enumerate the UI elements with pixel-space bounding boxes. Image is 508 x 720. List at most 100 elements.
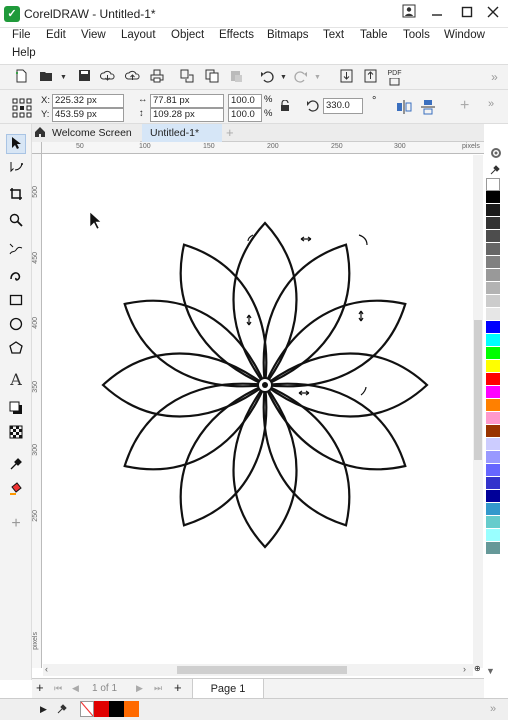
object-origin-icon[interactable] (12, 98, 32, 121)
page-tab-1[interactable]: Page 1 (192, 679, 264, 699)
menu-tools[interactable]: Tools (403, 29, 430, 41)
tab-welcome-screen[interactable]: Welcome Screen (32, 124, 140, 142)
palette-eyedropper-icon[interactable] (489, 164, 501, 176)
mirror-vertical-icon[interactable] (420, 99, 436, 118)
palette-swatch[interactable] (486, 178, 500, 191)
add-tool-icon[interactable]: + (6, 514, 26, 534)
menu-table[interactable]: Table (360, 29, 388, 41)
flower-petal[interactable] (263, 352, 429, 418)
palette-swatch[interactable] (486, 412, 500, 425)
menu-layout[interactable]: Layout (121, 29, 156, 41)
interactive-fill-tool-icon[interactable] (6, 480, 26, 500)
propbar-overflow-icon[interactable]: » (488, 98, 494, 110)
add-preset-icon[interactable]: + (460, 97, 469, 115)
toolbar-overflow-icon[interactable]: » (486, 69, 503, 86)
ruler-corner[interactable] (32, 142, 42, 154)
palette-swatch[interactable] (486, 490, 500, 503)
doc-swatch-orange[interactable] (124, 701, 139, 717)
flower-petal[interactable] (232, 221, 298, 387)
undo-icon[interactable] (258, 69, 275, 86)
crop-tool-icon[interactable] (6, 186, 26, 206)
maximize-icon[interactable] (456, 4, 478, 24)
close-icon[interactable] (482, 4, 504, 24)
rectangle-tool-icon[interactable] (6, 292, 26, 312)
pick-tool-icon[interactable] (6, 134, 26, 154)
zoom-small-icon[interactable]: ⊕ (474, 664, 484, 676)
palette-swatch[interactable] (486, 516, 500, 529)
shape-tool-icon[interactable] (6, 160, 26, 180)
publish-pdf-icon[interactable]: PDF (386, 69, 403, 86)
menu-effects[interactable]: Effects (219, 29, 254, 41)
menu-edit[interactable]: Edit (46, 29, 66, 41)
no-fill-swatch[interactable] (80, 701, 94, 717)
palette-swatch[interactable] (486, 360, 500, 373)
horizontal-ruler[interactable]: 50 100 150 200 250 300 pixels (42, 142, 484, 154)
y-position-field[interactable]: 453.59 px (52, 108, 124, 122)
palette-swatch[interactable] (486, 295, 500, 308)
export-cloud-icon[interactable] (124, 69, 141, 86)
palette-swatch[interactable] (486, 204, 500, 217)
tab-untitled-1[interactable]: Untitled-1* (142, 124, 222, 142)
drawing-canvas[interactable] (43, 155, 473, 668)
menu-text[interactable]: Text (323, 29, 344, 41)
zoom-tool-icon[interactable] (6, 212, 26, 232)
vertical-scroll-thumb[interactable] (474, 320, 482, 460)
redo-icon[interactable] (292, 69, 309, 86)
import-cloud-icon[interactable] (99, 69, 116, 86)
palette-swatch[interactable] (486, 191, 500, 204)
text-tool-icon[interactable]: A (6, 370, 26, 390)
palette-swatch[interactable] (486, 269, 500, 282)
width-field[interactable]: 77.81 px (150, 94, 224, 108)
doc-swatch-black[interactable] (109, 701, 124, 717)
palette-swatch[interactable] (486, 477, 500, 490)
palette-swatch[interactable] (486, 425, 500, 438)
menu-bitmaps[interactable]: Bitmaps (267, 29, 309, 41)
ellipse-tool-icon[interactable] (6, 316, 26, 336)
rotation-field[interactable]: 330.0 (323, 98, 363, 114)
palette-swatch[interactable] (486, 217, 500, 230)
doc-swatch-red[interactable] (94, 701, 109, 717)
vertical-ruler[interactable]: 500 450 400 350 300 250 pixels (32, 154, 42, 668)
transparency-tool-icon[interactable] (6, 424, 26, 444)
scale-height-field[interactable]: 100.0 (228, 108, 262, 122)
palette-swatch[interactable] (486, 451, 500, 464)
open-icon[interactable] (38, 69, 55, 86)
artistic-media-tool-icon[interactable] (6, 268, 26, 288)
statusbar-overflow-icon[interactable]: » (490, 703, 496, 715)
add-page-before-icon[interactable]: + (36, 680, 44, 695)
palette-scroll-down-icon[interactable]: ▼ (486, 666, 495, 676)
palette-swatch[interactable] (486, 321, 500, 334)
height-field[interactable]: 109.28 px (150, 108, 224, 122)
freehand-tool-icon[interactable] (6, 242, 26, 262)
horizontal-scroll-thumb[interactable] (177, 666, 347, 674)
print-icon[interactable] (148, 69, 165, 86)
polygon-tool-icon[interactable] (6, 340, 26, 360)
lock-ratio-icon[interactable] (280, 99, 290, 115)
user-icon[interactable] (398, 4, 420, 24)
palette-swatch[interactable] (486, 373, 500, 386)
scale-width-field[interactable]: 100.0 (228, 94, 262, 108)
palette-swatch[interactable] (486, 334, 500, 347)
minimize-icon[interactable] (426, 4, 448, 24)
menu-view[interactable]: View (81, 29, 106, 41)
mirror-horizontal-icon[interactable] (396, 99, 412, 118)
horizontal-scrollbar[interactable]: ‹ › (43, 664, 473, 676)
palette-swatch[interactable] (486, 386, 500, 399)
x-position-field[interactable]: 225.32 px (52, 94, 124, 108)
palette-swatch[interactable] (486, 464, 500, 477)
previous-page-icon[interactable]: ◀ (72, 683, 79, 694)
save-icon[interactable] (76, 69, 93, 86)
palette-swatch[interactable] (486, 230, 500, 243)
flower-petal[interactable] (232, 383, 298, 549)
menu-file[interactable]: File (12, 29, 31, 41)
fill-eyedropper-icon[interactable] (56, 703, 68, 718)
new-document-icon[interactable] (12, 69, 29, 86)
add-page-after-icon[interactable]: + (174, 680, 182, 695)
first-page-icon[interactable]: ⏮ (54, 683, 62, 694)
export-icon[interactable] (362, 69, 379, 86)
palette-swatch[interactable] (486, 282, 500, 295)
vertical-scrollbar[interactable] (473, 155, 483, 668)
settings-gear-icon[interactable] (489, 146, 503, 160)
scroll-right-icon[interactable]: › (463, 664, 466, 674)
menu-window[interactable]: Window (444, 29, 485, 41)
